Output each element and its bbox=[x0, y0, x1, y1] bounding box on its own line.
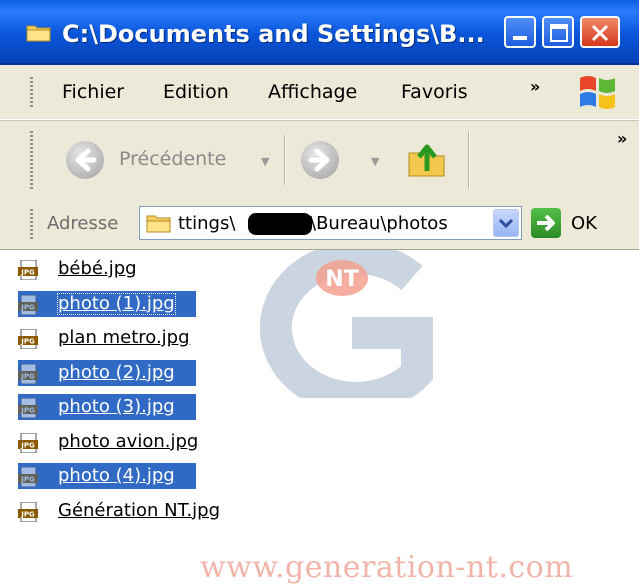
file-name: bébé.jpg bbox=[58, 258, 137, 279]
menu-overflow-chevron[interactable]: » bbox=[530, 77, 540, 96]
close-icon bbox=[591, 24, 609, 42]
menu-bar: Fichier Edition Affichage Favoris » bbox=[0, 65, 639, 120]
address-bar: Adresse ttings\ \Bureau\photos OK bbox=[0, 199, 639, 250]
jpg-file-icon: JPG bbox=[18, 501, 38, 522]
svg-text:JPG: JPG bbox=[20, 303, 35, 311]
menu-favoris[interactable]: Favoris bbox=[401, 81, 468, 103]
jpg-file-icon: JPG bbox=[18, 329, 38, 349]
jpg-file-icon: JPG bbox=[18, 294, 38, 315]
back-label[interactable]: Précédente bbox=[119, 148, 226, 170]
svg-text:JPG: JPG bbox=[20, 510, 35, 518]
generation-nt-logo: NT bbox=[259, 250, 433, 398]
go-arrow-icon bbox=[537, 214, 555, 232]
forward-button[interactable] bbox=[301, 141, 339, 179]
jpg-file-icon: JPG bbox=[18, 398, 38, 418]
chevron-down-icon bbox=[498, 218, 514, 229]
standard-toolbar: Précédente ▼ ▼ » bbox=[0, 120, 639, 200]
toolbar-separator-2 bbox=[468, 131, 470, 189]
address-value-suffix: \Bureau\photos bbox=[310, 213, 448, 234]
file-list-view[interactable]: NT JPG bébé.jpg JPG photo (1).jpg JPG plan me… bbox=[0, 250, 639, 588]
minimize-button[interactable] bbox=[504, 16, 536, 48]
svg-text:JPG: JPG bbox=[20, 407, 35, 415]
forward-arrow-icon bbox=[308, 148, 330, 172]
jpg-file-icon: JPG bbox=[18, 363, 38, 384]
redacted-username bbox=[248, 213, 312, 235]
svg-text:JPG: JPG bbox=[20, 269, 35, 277]
svg-text:JPG: JPG bbox=[20, 372, 35, 380]
folder-up-icon[interactable] bbox=[405, 137, 449, 181]
folder-icon bbox=[146, 215, 171, 233]
address-value-prefix: ttings\ bbox=[178, 213, 236, 234]
jpg-file-icon: JPG bbox=[18, 260, 38, 280]
address-input[interactable]: ttings\ \Bureau\photos bbox=[139, 206, 522, 240]
file-name: Génération NT.jpg bbox=[58, 499, 221, 521]
address-label: Adresse bbox=[47, 213, 119, 234]
file-name: photo (2).jpg bbox=[56, 360, 177, 385]
logo-text: NT bbox=[325, 267, 358, 292]
forward-dropdown-arrow[interactable]: ▼ bbox=[371, 155, 379, 168]
svg-text:JPG: JPG bbox=[20, 441, 35, 449]
maximize-icon bbox=[550, 24, 568, 42]
svg-text:JPG: JPG bbox=[20, 476, 35, 484]
svg-text:JPG: JPG bbox=[20, 338, 35, 346]
file-name: photo avion.jpg bbox=[58, 430, 199, 452]
menu-affichage[interactable]: Affichage bbox=[268, 81, 357, 103]
addressbar-grip[interactable] bbox=[30, 209, 33, 239]
window-title: C:\Documents and Settings\B... bbox=[62, 20, 485, 48]
watermark-url: www.generation-nt.com bbox=[200, 550, 574, 585]
go-button[interactable] bbox=[531, 208, 561, 238]
maximize-button[interactable] bbox=[542, 16, 574, 48]
jpg-file-icon: JPG bbox=[18, 432, 38, 453]
back-button[interactable] bbox=[66, 141, 104, 179]
file-name: photo (3).jpg bbox=[56, 395, 177, 419]
file-name: photo (1).jpg bbox=[56, 291, 177, 316]
toolbar-overflow-chevron[interactable]: » bbox=[617, 129, 627, 148]
file-name: plan metro.jpg bbox=[58, 327, 190, 348]
go-label[interactable]: OK bbox=[571, 213, 597, 234]
back-dropdown-arrow[interactable]: ▼ bbox=[261, 155, 269, 168]
title-bar[interactable]: C:\Documents and Settings\B... bbox=[0, 0, 639, 65]
menu-edition[interactable]: Edition bbox=[163, 81, 229, 103]
close-button[interactable] bbox=[580, 16, 620, 48]
toolbar-grip[interactable] bbox=[30, 131, 33, 189]
toolbar-separator bbox=[284, 135, 286, 185]
back-arrow-icon bbox=[75, 148, 97, 172]
address-dropdown-button[interactable] bbox=[493, 209, 519, 237]
file-name: photo (4).jpg bbox=[56, 464, 177, 488]
menu-fichier[interactable]: Fichier bbox=[62, 81, 124, 103]
minimize-icon bbox=[513, 36, 527, 40]
folder-icon bbox=[26, 25, 51, 42]
menubar-grip[interactable] bbox=[30, 77, 33, 109]
windows-logo-icon bbox=[580, 76, 615, 109]
jpg-file-icon: JPG bbox=[18, 467, 38, 487]
